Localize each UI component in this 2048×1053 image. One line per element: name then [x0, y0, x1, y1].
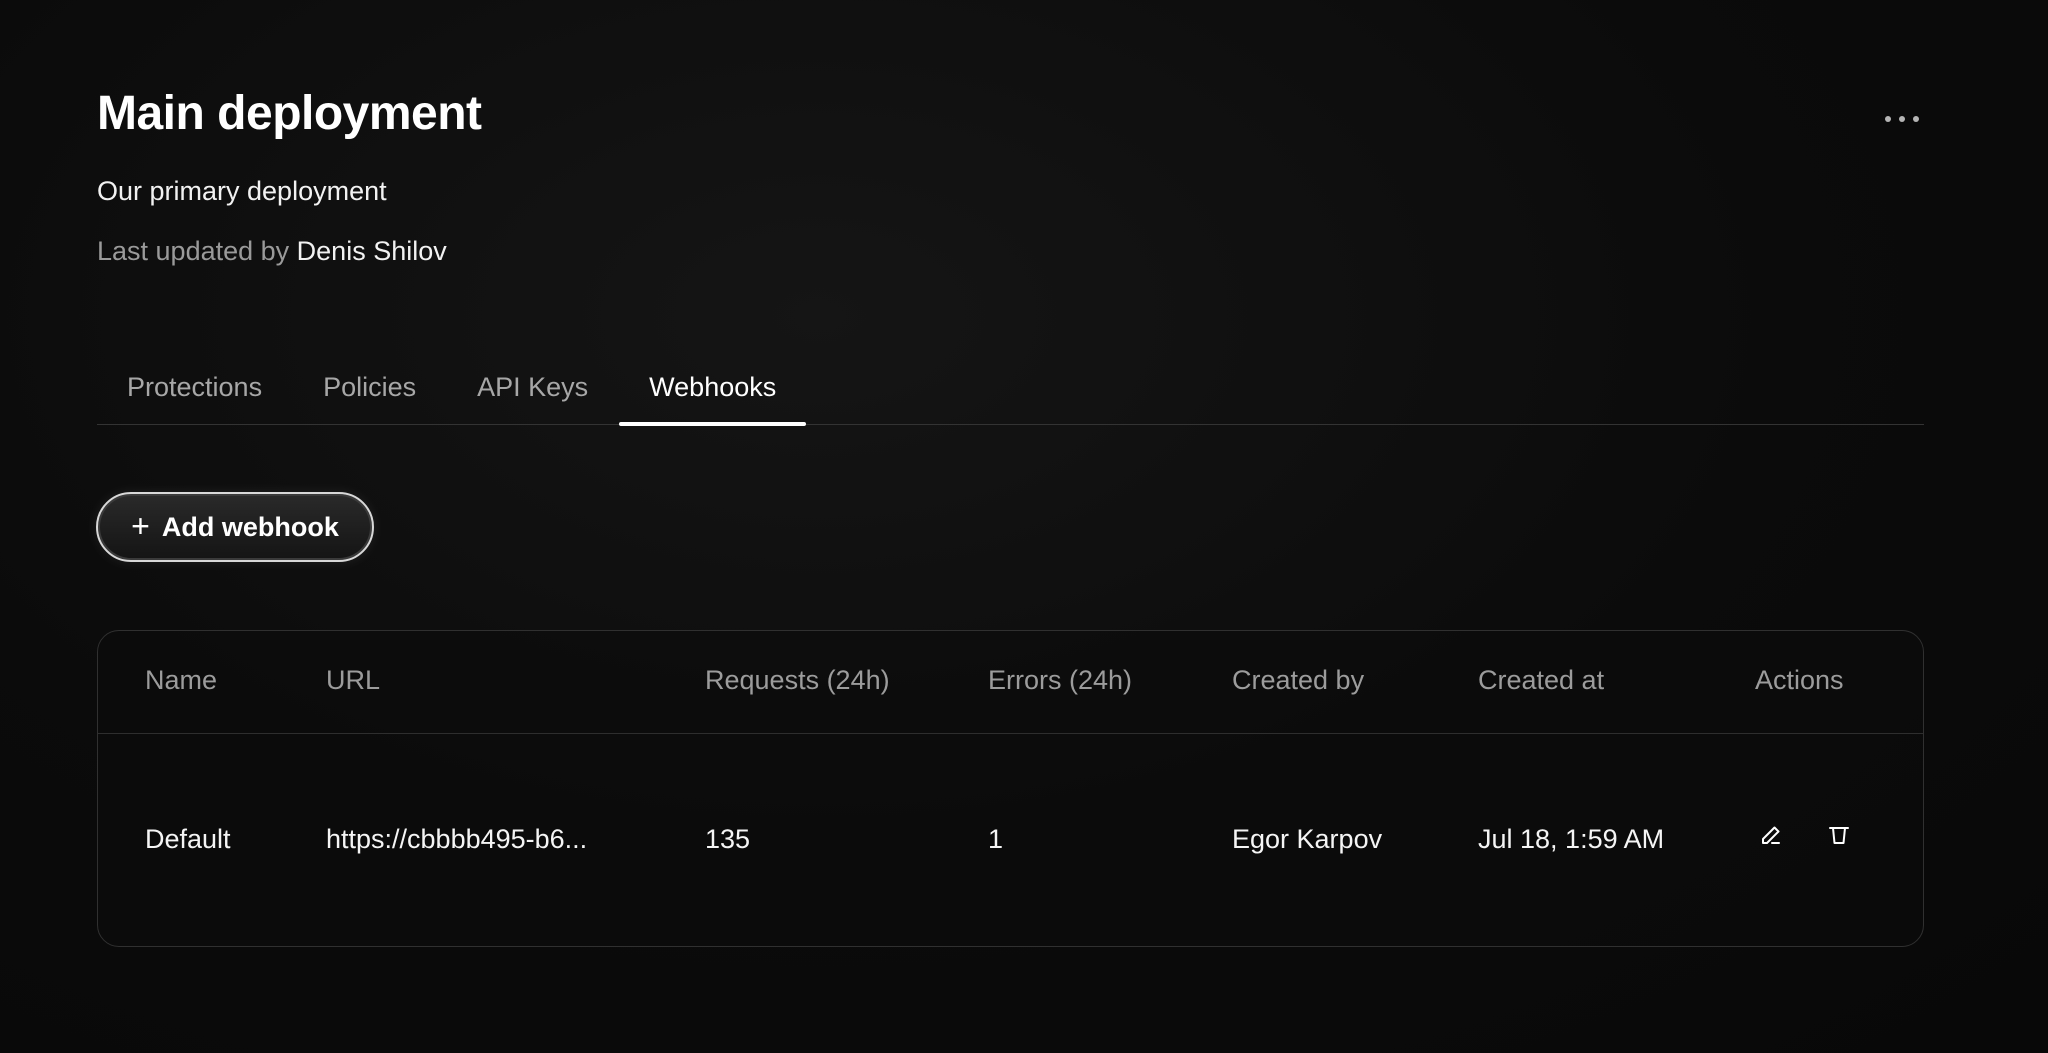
- row-actions: [1750, 814, 1860, 856]
- column-header-created-by: Created by: [1232, 665, 1365, 695]
- webhook-created-at: Jul 18, 1:59 AM: [1478, 824, 1665, 854]
- last-updated-prefix: Last updated by: [97, 236, 290, 266]
- add-webhook-button[interactable]: + Add webhook: [96, 492, 374, 562]
- more-horizontal-icon: [1885, 116, 1891, 122]
- webhook-url: https://cbbbb495-b6...: [326, 824, 588, 854]
- edit-webhook-button[interactable]: [1750, 814, 1792, 856]
- tab-protections[interactable]: Protections: [97, 350, 292, 424]
- tab-webhooks[interactable]: Webhooks: [619, 350, 807, 426]
- webhook-name: Default: [145, 824, 231, 854]
- page-title: Main deployment: [97, 87, 482, 140]
- column-header-errors: Errors (24h): [988, 665, 1133, 695]
- deployment-description: Our primary deployment: [97, 176, 387, 206]
- column-header-created-at: Created at: [1478, 665, 1605, 695]
- more-horizontal-icon-dot: [1913, 116, 1919, 122]
- more-options-button[interactable]: [1876, 104, 1928, 134]
- column-header-actions: Actions: [1755, 665, 1844, 695]
- table-header: Name URL Requests (24h) Errors (24h) Cre…: [98, 631, 1923, 734]
- column-header-url: URL: [326, 665, 381, 695]
- webhook-requests: 135: [705, 824, 751, 854]
- webhook-created-by: Egor Karpov: [1232, 824, 1383, 854]
- last-updated: Last updated by Denis Shilov: [97, 234, 447, 268]
- page: Main deployment Our primary deployment L…: [0, 0, 2048, 1053]
- column-header-name: Name: [145, 665, 218, 695]
- table-row: Default https://cbbbb495-b6... 135 1 Ego…: [98, 734, 1923, 946]
- plus-icon: +: [131, 507, 150, 544]
- tab-bar: Protections Policies API Keys Webhooks: [97, 350, 1924, 426]
- more-horizontal-icon-dot: [1899, 116, 1905, 122]
- edit-icon: [1762, 826, 1780, 844]
- tab-api-keys[interactable]: API Keys: [447, 350, 618, 424]
- tab-policies[interactable]: Policies: [293, 350, 446, 424]
- webhooks-table: Name URL Requests (24h) Errors (24h) Cre…: [97, 630, 1924, 947]
- delete-webhook-button[interactable]: [1818, 814, 1860, 856]
- column-header-requests: Requests (24h): [705, 665, 890, 695]
- webhook-errors: 1: [988, 824, 1004, 854]
- last-updated-user: Denis Shilov: [296, 236, 447, 266]
- add-webhook-label: Add webhook: [161, 511, 339, 542]
- trash-icon: [1829, 827, 1849, 844]
